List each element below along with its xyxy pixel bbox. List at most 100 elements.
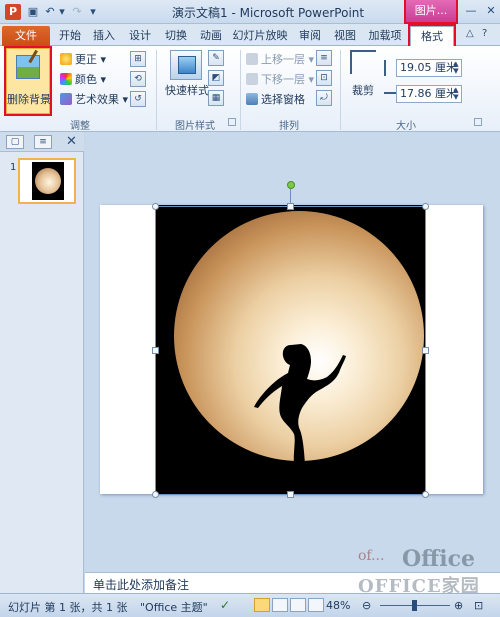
resize-handle-top-left[interactable]: [152, 203, 159, 210]
artistic-effects-label: 艺术效果: [75, 93, 119, 106]
height-field[interactable]: 19.05 厘米 ▲ ▼: [396, 59, 462, 77]
thumbnail-image: [32, 162, 64, 200]
quick-styles-button[interactable]: [170, 50, 202, 80]
zoom-out-icon[interactable]: ⊖: [362, 599, 371, 612]
width-spinner-icon[interactable]: ▲ ▼: [452, 87, 460, 101]
resize-handle-top-right[interactable]: [422, 203, 429, 210]
bring-forward-label: 上移一层: [261, 53, 305, 66]
selection-pane-label: 选择窗格: [261, 93, 305, 106]
undo-dropdown-icon[interactable]: ▾: [58, 4, 66, 20]
corrections-button[interactable]: 更正 ▾: [60, 51, 106, 69]
picture-effects-icon[interactable]: ◩: [208, 70, 224, 86]
resize-handle-bottom[interactable]: [287, 491, 294, 498]
align-icon[interactable]: ≡: [316, 50, 332, 66]
bring-forward-icon: [246, 53, 258, 65]
slides-pane-tabs: ▢ ≡ ✕: [0, 132, 84, 152]
size-group-label: 大小: [396, 121, 416, 132]
picture-border-icon[interactable]: ✎: [208, 50, 224, 66]
group-divider: [156, 50, 157, 130]
resize-handle-right[interactable]: [422, 347, 429, 354]
tab-insert[interactable]: 插入: [88, 26, 120, 46]
reset-picture-icon[interactable]: ↺: [130, 91, 146, 107]
fit-to-window-icon[interactable]: ⊡: [474, 599, 483, 612]
crop-icon[interactable]: [350, 50, 376, 74]
undo-icon[interactable]: ↶: [43, 4, 57, 20]
spell-check-icon[interactable]: ✓: [220, 598, 236, 612]
ribbon-tabs: 文件 开始 插入 设计 切换 动画 幻灯片放映 审阅 视图 加载项 格式 △ ?: [0, 24, 500, 48]
outline-tab-icon[interactable]: ≡: [34, 135, 52, 149]
arrange-group-label: 排列: [279, 121, 299, 132]
corrections-icon: [60, 53, 72, 65]
change-picture-icon[interactable]: ⟲: [130, 71, 146, 87]
group-icon[interactable]: ⊡: [316, 70, 332, 86]
reading-view-icon[interactable]: [290, 598, 306, 612]
close-window-icon[interactable]: ✕: [484, 3, 498, 19]
resize-handle-left[interactable]: [152, 347, 159, 354]
minimize-icon[interactable]: —: [464, 3, 478, 19]
help-icon[interactable]: ?: [482, 28, 487, 39]
rotation-handle[interactable]: [287, 181, 295, 189]
remove-background-label: 删除背景: [7, 93, 51, 106]
slide-number: 1: [10, 162, 17, 173]
tab-home[interactable]: 开始: [54, 26, 86, 46]
resize-handle-bottom-left[interactable]: [152, 491, 159, 498]
artistic-effects-icon: [60, 93, 72, 105]
tab-animations[interactable]: 动画: [195, 26, 227, 46]
resize-handle-bottom-right[interactable]: [422, 491, 429, 498]
size-launcher-icon[interactable]: [474, 118, 482, 126]
normal-view-icon[interactable]: [254, 598, 270, 612]
corrections-label: 更正: [75, 53, 97, 66]
rotate-icon[interactable]: ⤾: [316, 90, 332, 106]
tab-view[interactable]: 视图: [329, 26, 361, 46]
color-icon: [60, 73, 72, 85]
adjust-group-label: 调整: [70, 121, 90, 132]
zoom-in-icon[interactable]: ⊕: [454, 599, 463, 612]
group-divider: [240, 50, 241, 130]
compress-pictures-icon[interactable]: ⊞: [130, 51, 146, 67]
bring-forward-button[interactable]: 上移一层 ▾: [246, 51, 314, 69]
powerpoint-app-icon[interactable]: P: [5, 4, 21, 20]
redo-icon[interactable]: ↷: [70, 4, 84, 20]
selection-pane-button[interactable]: 选择窗格: [246, 91, 305, 109]
window-title: 演示文稿1 - Microsoft PowerPoint: [172, 6, 365, 20]
slides-tab-icon[interactable]: ▢: [6, 135, 24, 149]
watermark-line1: of...: [358, 548, 385, 564]
title-bar: P ▣ ↶ ▾ ↷ ▾ 演示文稿1 - Microsoft PowerPoint…: [0, 0, 500, 24]
tab-review[interactable]: 审阅: [294, 26, 326, 46]
slide-sorter-view-icon[interactable]: [272, 598, 288, 612]
save-icon[interactable]: ▣: [26, 4, 40, 20]
send-backward-button[interactable]: 下移一层 ▾: [246, 71, 314, 89]
customize-qat-icon[interactable]: ▾: [88, 4, 98, 20]
group-divider: [340, 50, 341, 130]
width-field[interactable]: 17.86 厘米 ▲ ▼: [396, 85, 462, 103]
tab-format[interactable]: 格式: [408, 24, 456, 48]
tab-transitions[interactable]: 切换: [160, 26, 192, 46]
zoom-slider-thumb[interactable]: [412, 600, 417, 611]
status-bar: 幻灯片 第 1 张，共 1 张 "Office 主题" ✓ 48% ⊖ ⊕ ⊡: [0, 593, 500, 617]
slides-pane: ▢ ≡ ✕ 1: [0, 132, 84, 593]
picture-layout-icon[interactable]: ▦: [208, 90, 224, 106]
zoom-level[interactable]: 48%: [326, 599, 350, 612]
remove-background-icon: [16, 55, 40, 79]
office-home-watermark: of... Office OFFICE家园: [358, 546, 500, 597]
ribbon: 删除背景 更正 ▾ 颜色 ▾ 艺术效果 ▾ ⊞ ⟲ ↺ 调整 快速样式 ✎ ◩ …: [0, 46, 500, 132]
picture-styles-launcher-icon[interactable]: [228, 118, 236, 126]
crop-button[interactable]: 裁剪: [348, 82, 378, 98]
tab-slideshow[interactable]: 幻灯片放映: [230, 26, 290, 46]
close-pane-icon[interactable]: ✕: [66, 134, 77, 149]
send-backward-icon: [246, 73, 258, 85]
theme-name[interactable]: "Office 主题": [140, 599, 208, 615]
collapse-ribbon-icon[interactable]: △: [466, 28, 474, 39]
height-value: 19.05 厘米: [400, 61, 457, 74]
artistic-effects-button[interactable]: 艺术效果 ▾: [60, 91, 128, 109]
color-button[interactable]: 颜色 ▾: [60, 71, 106, 89]
resize-handle-top[interactable]: [287, 203, 294, 210]
remove-background-button[interactable]: 删除背景: [4, 46, 52, 116]
selection-frame: [155, 206, 426, 495]
tab-file[interactable]: 文件: [2, 26, 50, 46]
slideshow-view-icon[interactable]: [308, 598, 324, 612]
tab-design[interactable]: 设计: [124, 26, 156, 46]
tab-addins[interactable]: 加载项: [364, 26, 406, 46]
slide-thumbnail[interactable]: [18, 158, 76, 204]
height-spinner-icon[interactable]: ▲ ▼: [452, 61, 460, 75]
